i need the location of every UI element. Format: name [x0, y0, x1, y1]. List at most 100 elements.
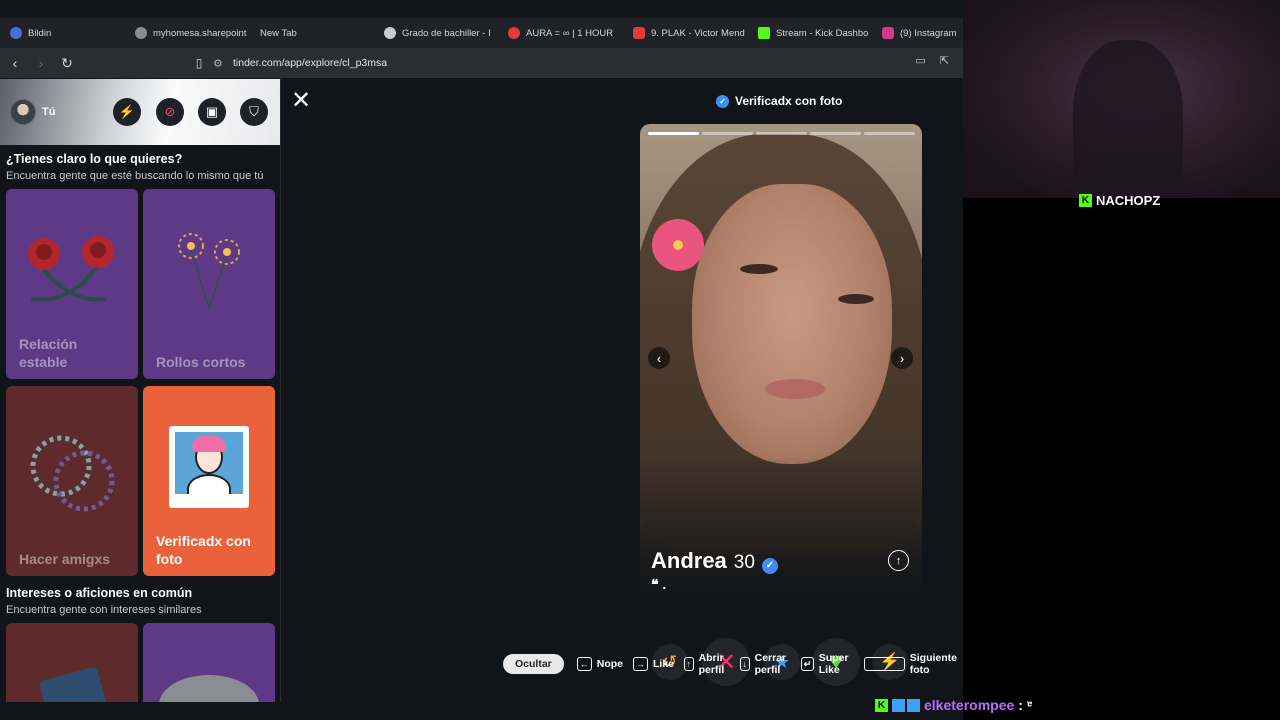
card-verificadx[interactable]: Verificadx con foto [143, 386, 275, 576]
flower-icon [652, 219, 704, 271]
open-profile-icon[interactable]: ↑ [888, 550, 909, 571]
passport-icon [38, 666, 110, 702]
arrow-down-key-icon: ↓ [739, 657, 750, 671]
tab-title: Stream - Kick Dashbo [776, 27, 869, 39]
prev-photo-icon[interactable]: ‹ [648, 347, 670, 369]
streamer-webcam [963, 0, 1280, 198]
chat-message: K elketerompee : ᵄ [875, 697, 1032, 713]
verified-badge-icon: ✓ [761, 557, 778, 574]
tab-title: Bildin [28, 27, 52, 39]
card-rollos-cortos[interactable]: Rollos cortos [143, 189, 275, 379]
shortcut-label: Nope [596, 658, 624, 670]
eye-right-shape [838, 294, 874, 304]
card-label: Verificadx con foto [156, 533, 251, 567]
streamer-name: NACHOPZ [1096, 193, 1161, 208]
tab-title: 9. PLAK - Victor Mend [651, 27, 745, 39]
arrow-right-key-icon: → [633, 657, 649, 671]
address-actions: ▭ ⇱ [915, 54, 949, 67]
tab-grado[interactable]: Grado de bachiller - I [374, 18, 498, 48]
eye-icon [159, 675, 259, 702]
arrow-up-key-icon: ↑ [684, 657, 694, 671]
profile-name: Andrea [651, 548, 727, 573]
explore-sidebar: Tú ⚡ ⊘ ▣ ⛉ ¿Tienes claro lo que quieres?… [0, 79, 281, 702]
tab-aura[interactable]: AURA = ∞ | 1 HOUR [498, 18, 623, 48]
close-icon[interactable]: ✕ [291, 89, 311, 113]
url-text: tinder.com/app/explore/cl_p3msa [233, 57, 388, 69]
profile-bio: ❝ . [651, 576, 667, 592]
tab-title: AURA = ∞ | 1 HOUR [526, 27, 614, 39]
youtube-favicon-icon [508, 27, 520, 39]
kick-logo-icon: K [875, 698, 888, 712]
shortcut-like: → Like [633, 657, 674, 671]
shortcut-label: Super Like [818, 652, 849, 676]
user-label[interactable]: Tú [42, 106, 55, 118]
space-key-icon [864, 657, 905, 671]
card-hacer-amigxs[interactable]: Hacer amigxs [6, 386, 138, 576]
reload-icon[interactable]: ↻ [56, 52, 78, 74]
webcam-person-shape [1073, 40, 1183, 198]
tab-sharepoint[interactable]: myhomesa.sharepoint [125, 18, 250, 48]
briefcase-icon[interactable]: ▣ [198, 98, 226, 126]
friendship-bracelets-icon [30, 435, 115, 512]
verified-header: ✓ Verificadx con foto [716, 94, 842, 108]
shortcut-label: Like [653, 658, 675, 670]
tab-title: (9) Instagram [900, 27, 957, 39]
instagram-favicon-icon [882, 27, 894, 39]
shortcut-nope: ← Nope [576, 657, 624, 671]
card-label: Rollos cortos [156, 354, 246, 370]
hide-shortcuts-button[interactable]: Ocultar [503, 654, 564, 674]
shortcut-label: Cerrar perfil [754, 652, 787, 676]
bildin-favicon-icon [10, 27, 22, 39]
shield-icon[interactable]: ⛉ [240, 98, 268, 126]
face-shape [692, 184, 892, 464]
share-icon[interactable]: ⇱ [940, 54, 949, 67]
shortcut-label: Siguiente foto [909, 652, 958, 676]
section-title-goals: ¿Tienes claro lo que quieres? [6, 152, 183, 166]
cast-icon[interactable]: ▭ [915, 54, 925, 67]
shortcut-close-profile: ↓ Cerrar perfil [739, 652, 792, 676]
explore-compass-icon[interactable]: ⊘ [156, 98, 184, 126]
browser-window: Bildin myhomesa.sharepoint New Tab Grado… [0, 0, 963, 720]
tab-kick[interactable]: Stream - Kick Dashbo [748, 18, 872, 48]
kick-favicon-icon [758, 27, 770, 39]
forward-icon[interactable]: › [30, 52, 52, 74]
bookmark-icon[interactable]: ▯ [188, 52, 210, 74]
card-label: Hacer amigxs [19, 551, 111, 567]
shortcut-open-profile: ↑ Abrir perfil [684, 652, 730, 676]
card-travel[interactable] [6, 623, 138, 702]
chat-badges-icon [892, 698, 920, 712]
arrow-left-key-icon: ← [576, 657, 592, 671]
mouth-shape [765, 379, 825, 399]
sidebar-header: Tú ⚡ ⊘ ▣ ⛉ [0, 79, 280, 145]
next-photo-icon[interactable]: › [891, 347, 913, 369]
tab-bildin[interactable]: Bildin [0, 18, 125, 48]
tab-instagram[interactable]: (9) Instagram [872, 18, 963, 48]
tab-new-tab[interactable]: New Tab [250, 18, 374, 48]
back-icon[interactable]: ‹ [4, 52, 26, 74]
card-relacion-estable[interactable]: Relación estable [6, 189, 138, 379]
address-bar: ‹ › ↻ ▯ ⚙ tinder.com/app/explore/cl_p3ms… [0, 48, 963, 78]
site-info-icon[interactable]: ⚙ [213, 57, 233, 70]
photo-progress-1 [648, 132, 699, 135]
verified-photo-frame [169, 426, 249, 508]
photo-progress-4 [810, 132, 861, 135]
url-field[interactable]: ⚙ tinder.com/app/explore/cl_p3msa [213, 52, 953, 74]
tinder-app: Tú ⚡ ⊘ ▣ ⛉ ¿Tienes claro lo que quieres?… [0, 79, 963, 702]
avatar[interactable] [10, 99, 36, 125]
card-interest-2[interactable] [143, 623, 275, 702]
profile-card[interactable]: ‹ › Andrea 30 ✓ ❝ . ↑ [640, 124, 922, 639]
roses-icon [28, 236, 114, 302]
shortcut-super-like: ↵ Super Like [801, 652, 854, 676]
tab-plak[interactable]: 9. PLAK - Victor Mend [623, 18, 748, 48]
boost-icon[interactable]: ⚡ [113, 98, 141, 126]
chat-username[interactable]: elketerompee [924, 697, 1014, 713]
profile-age: 30 [733, 552, 755, 573]
section-subtitle-interests: Encuentra gente con intereses similares [6, 604, 202, 616]
photo-progress-3 [756, 132, 807, 135]
tab-strip: Bildin myhomesa.sharepoint New Tab Grado… [0, 18, 963, 48]
photo-progress-2 [702, 132, 753, 135]
keyboard-shortcuts: Ocultar ← Nope → Like ↑ Abrir perfil ↓ Cerra… [503, 652, 976, 676]
photo-progress-5 [864, 132, 915, 135]
bottom-fade [640, 454, 922, 639]
eye-left-shape [740, 264, 778, 274]
